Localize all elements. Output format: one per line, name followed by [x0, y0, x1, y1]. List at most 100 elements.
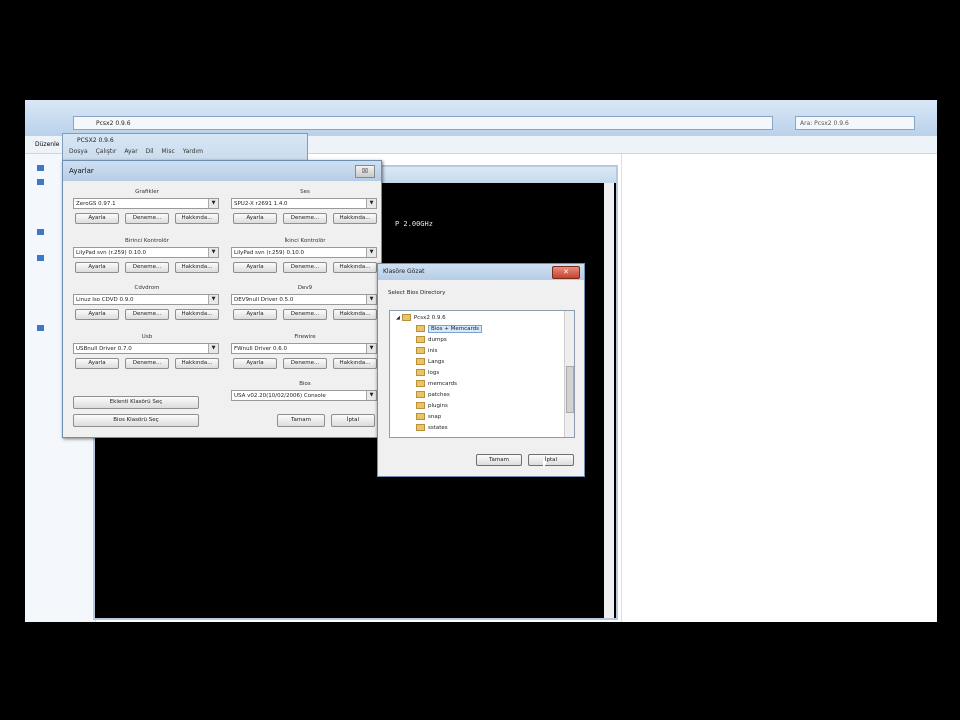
- tree-folder-label: Langs: [428, 359, 445, 365]
- tree-folder[interactable]: memcards: [416, 379, 457, 389]
- browse-close-button[interactable]: ✕: [552, 266, 580, 279]
- bios-folder-button[interactable]: Bios Klasörü Seç: [73, 414, 199, 427]
- combo-value: LilyPad svn (r.259) 0.10.0: [76, 250, 146, 256]
- browse-description: Select Bios Directory: [388, 290, 446, 296]
- star-icon: [37, 164, 44, 171]
- sound-configure-button[interactable]: Ayarla: [233, 213, 277, 224]
- menu-help[interactable]: Yardım: [183, 148, 203, 155]
- console-scrollbar[interactable]: [604, 183, 614, 618]
- group-label: İkinci Kontrolör: [284, 238, 326, 244]
- tree-folder[interactable]: sstates: [416, 423, 448, 433]
- tree-folder[interactable]: inis: [416, 346, 437, 356]
- tree-folder-label: snap: [428, 414, 442, 420]
- group-usb: Usb USBnull Driver 0.7.0 ▼ Ayarla Deneme.…: [73, 334, 221, 380]
- browse-ok-button[interactable]: Tamam: [476, 454, 522, 466]
- firewire-about-button[interactable]: Hakkında...: [333, 358, 377, 369]
- graphics-test-button[interactable]: Deneme...: [125, 213, 169, 224]
- sound-test-button[interactable]: Deneme...: [283, 213, 327, 224]
- pad2-about-button[interactable]: Hakkında...: [333, 262, 377, 273]
- network-icon: [37, 324, 44, 331]
- browse-cancel-button[interactable]: İptal: [528, 454, 574, 466]
- tree-folder[interactable]: dumps: [416, 335, 447, 345]
- address-bar[interactable]: Pcsx2 0.9.6: [73, 116, 773, 130]
- usb-configure-button[interactable]: Ayarla: [75, 358, 119, 369]
- tree-root[interactable]: ◢ Pcsx2 0.9.6: [396, 313, 446, 323]
- tree-folder[interactable]: snap: [416, 412, 441, 422]
- cdvd-plugin-select[interactable]: Linuz Iso CDVD 0.9.0 ▼: [73, 294, 219, 305]
- usb-plugin-select[interactable]: USBnull Driver 0.7.0 ▼: [73, 343, 219, 354]
- group-sound: Ses SPU2-X r2691 1.4.0 ▼ Ayarla Deneme...…: [231, 189, 379, 235]
- group-cdvd: Cdvdrom Linuz Iso CDVD 0.9.0 ▼ Ayarla Den…: [73, 285, 221, 331]
- tree-folder-label: memcards: [428, 381, 458, 387]
- tree-scrollbar[interactable]: [564, 311, 574, 437]
- settings-cancel-button[interactable]: İptal: [331, 414, 375, 427]
- menu-file[interactable]: Dosya: [69, 148, 88, 155]
- tree-folder[interactable]: Langs: [416, 357, 444, 367]
- dev9-test-button[interactable]: Deneme...: [283, 309, 327, 320]
- pad2-test-button[interactable]: Deneme...: [283, 262, 327, 273]
- group-label: Dev9: [297, 285, 313, 291]
- pad1-test-button[interactable]: Deneme...: [125, 262, 169, 273]
- tree-root-label: Pcsx2 0.9.6: [413, 315, 446, 321]
- firewire-test-button[interactable]: Deneme...: [283, 358, 327, 369]
- tree-folder[interactable]: Bios + Memcards: [416, 324, 483, 334]
- menu-language[interactable]: Dil: [146, 148, 154, 155]
- dev9-about-button[interactable]: Hakkında...: [333, 309, 377, 320]
- tree-folder[interactable]: logs: [416, 368, 439, 378]
- tree-folder-label: logs: [428, 370, 440, 376]
- pad2-configure-button[interactable]: Ayarla: [233, 262, 277, 273]
- dev9-configure-button[interactable]: Ayarla: [233, 309, 277, 320]
- library-icon: [37, 228, 44, 235]
- settings-close-button[interactable]: ☒: [355, 165, 375, 178]
- scroll-thumb[interactable]: [566, 366, 574, 413]
- folder-icon: [416, 369, 425, 376]
- combo-value: FWnull Driver 0.6.0: [234, 346, 288, 352]
- folder-icon: [416, 391, 425, 398]
- sound-about-button[interactable]: Hakkında...: [333, 213, 377, 224]
- menu-run[interactable]: Çalıştır: [96, 148, 117, 155]
- folder-icon: [416, 325, 425, 332]
- group-label: Bios: [299, 381, 311, 387]
- firewire-plugin-select[interactable]: FWnull Driver 0.6.0 ▼: [231, 343, 377, 354]
- chevron-down-icon: ▼: [366, 295, 376, 304]
- group-label: Grafikler: [135, 189, 159, 195]
- pad1-configure-button[interactable]: Ayarla: [75, 262, 119, 273]
- cdvd-about-button[interactable]: Hakkında...: [175, 309, 219, 320]
- mouse-cursor-icon: [543, 459, 547, 469]
- pad1-plugin-select[interactable]: LilyPad svn (r.259) 0.10.0 ▼: [73, 247, 219, 258]
- bios-select[interactable]: USA v02.20(10/02/2006) Console ▼: [231, 390, 377, 401]
- group-dev9: Dev9 DEV9null Driver 0.5.0 ▼ Ayarla Denem…: [231, 285, 379, 331]
- dev9-plugin-select[interactable]: DEV9null Driver 0.5.0 ▼: [231, 294, 377, 305]
- firewire-configure-button[interactable]: Ayarla: [233, 358, 277, 369]
- chevron-down-icon: ▼: [208, 344, 218, 353]
- usb-test-button[interactable]: Deneme...: [125, 358, 169, 369]
- group-label: Firewire: [294, 334, 316, 340]
- pad2-plugin-select[interactable]: LilyPad svn (r.259) 0.10.0 ▼: [231, 247, 377, 258]
- combo-value: Linuz Iso CDVD 0.9.0: [76, 297, 134, 303]
- computer-icon: [37, 254, 44, 261]
- folder-tree: ◢ Pcsx2 0.9.6 Bios + Memcards dumps inis …: [389, 310, 575, 438]
- plugins-folder-button[interactable]: Eklenti Klasörü Seç: [73, 396, 199, 409]
- menu-config[interactable]: Ayar: [124, 148, 137, 155]
- search-input[interactable]: Ara: Pcsx2 0.9.6: [795, 116, 915, 130]
- folder-icon: [416, 413, 425, 420]
- chevron-down-icon: ▼: [366, 391, 376, 400]
- graphics-about-button[interactable]: Hakkında...: [175, 213, 219, 224]
- tree-folder[interactable]: plugins: [416, 401, 448, 411]
- chevron-down-icon: ▼: [208, 295, 218, 304]
- menu-misc[interactable]: Misc: [162, 148, 175, 155]
- chevron-down-icon: ▼: [208, 248, 218, 257]
- menu-item-edit[interactable]: Düzenle: [35, 141, 59, 148]
- cdvd-test-button[interactable]: Deneme...: [125, 309, 169, 320]
- combo-value: USA v02.20(10/02/2006) Console: [234, 393, 326, 399]
- tree-folder-label: plugins: [428, 403, 448, 409]
- graphics-configure-button[interactable]: Ayarla: [75, 213, 119, 224]
- sound-plugin-select[interactable]: SPU2-X r2691 1.4.0 ▼: [231, 198, 377, 209]
- settings-ok-button[interactable]: Tamam: [277, 414, 325, 427]
- graphics-plugin-select[interactable]: ZeroGS 0.97.1 ▼: [73, 198, 219, 209]
- cdvd-configure-button[interactable]: Ayarla: [75, 309, 119, 320]
- usb-about-button[interactable]: Hakkında...: [175, 358, 219, 369]
- tree-folder[interactable]: patches: [416, 390, 450, 400]
- pad1-about-button[interactable]: Hakkında...: [175, 262, 219, 273]
- group-pad2: İkinci Kontrolör LilyPad svn (r.259) 0.1…: [231, 238, 379, 284]
